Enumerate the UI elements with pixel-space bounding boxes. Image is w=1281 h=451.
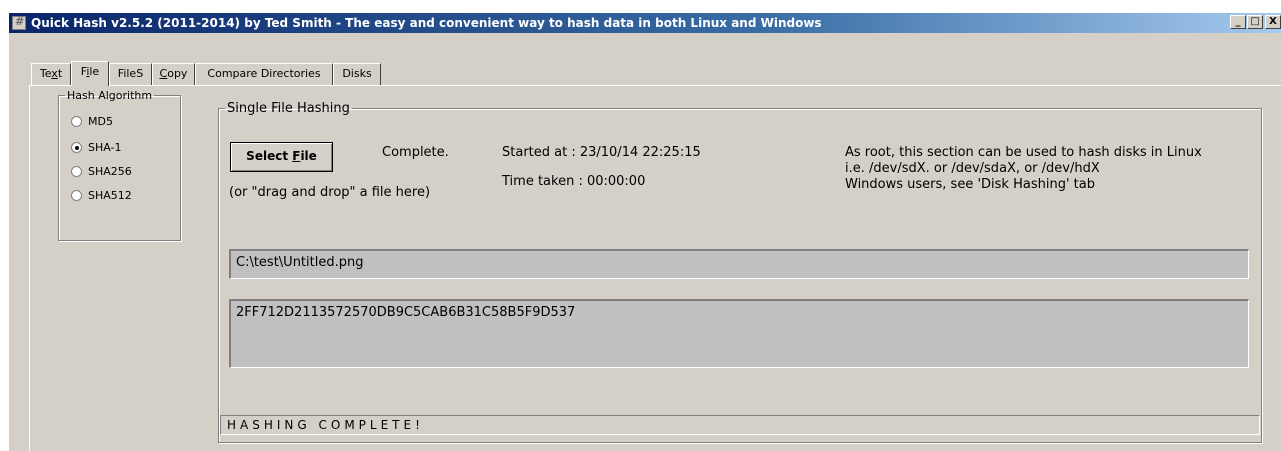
radio-sha512-label[interactable]: SHA512	[88, 189, 132, 202]
title-bar[interactable]: Quick Hash v2.5.2 (2011-2014) by Ted Smi…	[9, 13, 1281, 33]
radio-md5-label[interactable]: MD5	[88, 115, 113, 128]
hash-algorithm-title: Hash Algorithm	[65, 89, 154, 102]
hash-algorithm-group: Hash Algorithm MD5 SHA-1 SHA256 SHA512	[58, 89, 181, 241]
tab-disks[interactable]: Disks	[333, 63, 381, 85]
app-window: Quick Hash v2.5.2 (2011-2014) by Ted Smi…	[8, 12, 1281, 451]
hashing-status-text: Complete.	[382, 145, 449, 160]
minimize-button[interactable]: _	[1230, 15, 1246, 29]
tab-text[interactable]: Text	[31, 63, 71, 85]
radio-sha512-indicator[interactable]	[71, 190, 82, 201]
radio-sha256-indicator[interactable]	[71, 166, 82, 177]
info-root-disks: As root, this section can be used to has…	[845, 145, 1202, 160]
app-icon[interactable]	[12, 16, 26, 30]
radio-sha256-label[interactable]: SHA256	[88, 165, 132, 178]
maximize-button[interactable]: □	[1247, 15, 1263, 29]
file-path-field[interactable]: C:\test\Untitled.png	[229, 249, 1249, 279]
info-windows-users: Windows users, see 'Disk Hashing' tab	[845, 177, 1095, 192]
started-at-label: Started at : 23/10/14 22:25:15	[502, 145, 701, 160]
file-tab-panel: Hash Algorithm MD5 SHA-1 SHA256 SHA512 S…	[29, 85, 1281, 451]
radio-md5-indicator[interactable]	[71, 116, 82, 127]
tab-compare-directories[interactable]: Compare Directories	[195, 63, 333, 85]
single-file-hashing-group: Single File Hashing Select File (or "dra…	[218, 101, 1262, 443]
tab-files[interactable]: FileS	[109, 63, 152, 85]
time-taken-label: Time taken : 00:00:00	[502, 174, 645, 189]
select-file-button[interactable]: Select File	[230, 142, 333, 172]
radio-sha1-label[interactable]: SHA-1	[88, 141, 122, 154]
tab-copy[interactable]: Copy	[152, 63, 195, 85]
close-button[interactable]: X	[1265, 15, 1281, 29]
tab-file[interactable]: File	[71, 61, 109, 86]
hash-value-field[interactable]: 2FF712D2113572570DB9C5CAB6B31C58B5F9D537	[229, 299, 1249, 368]
window-title: Quick Hash v2.5.2 (2011-2014) by Ted Smi…	[31, 16, 822, 30]
single-file-hashing-title: Single File Hashing	[225, 101, 352, 116]
radio-sha1-indicator[interactable]	[71, 142, 82, 153]
drag-drop-hint: (or "drag and drop" a file here)	[229, 185, 430, 200]
status-bar: HASHING COMPLETE!	[220, 415, 1260, 435]
info-device-paths: i.e. /dev/sdX. or /dev/sdaX, or /dev/hdX	[845, 161, 1100, 176]
